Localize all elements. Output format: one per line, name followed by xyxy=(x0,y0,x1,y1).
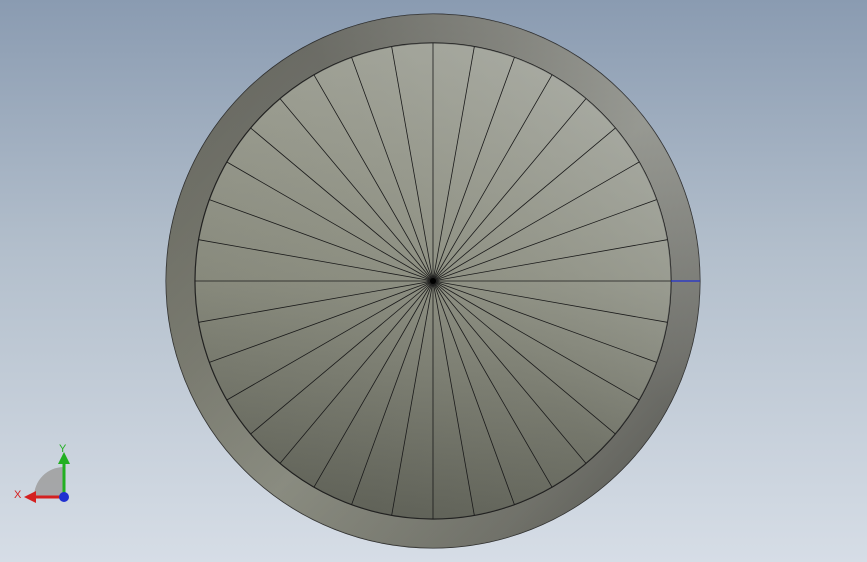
triad-plane-quadrant xyxy=(34,467,64,497)
x-axis-arrow-icon xyxy=(24,491,36,503)
wheel-center-point xyxy=(430,278,436,284)
y-axis-label: Y xyxy=(59,443,67,455)
graphics-viewport[interactable] xyxy=(0,0,867,562)
x-axis-label: X xyxy=(14,489,22,501)
reference-triad: X Y xyxy=(14,443,70,503)
z-axis-dot-icon xyxy=(59,492,69,502)
